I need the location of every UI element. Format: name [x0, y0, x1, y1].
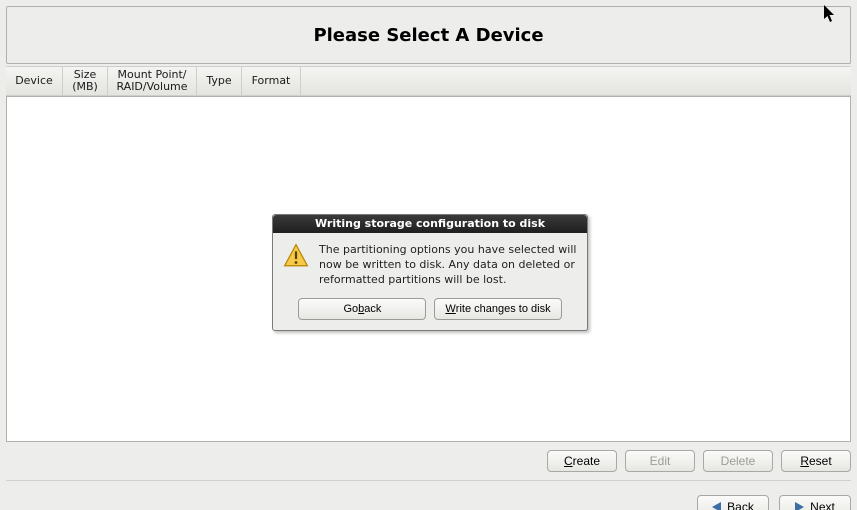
- table-header-row: Device Size (MB) Mount Point/ RAID/Volum…: [6, 66, 851, 96]
- next-button[interactable]: Next: [779, 495, 851, 510]
- dialog-action-row: Go back Write changes to disk: [273, 294, 587, 330]
- delete-button: Delete: [703, 450, 773, 472]
- write-changes-button[interactable]: Write changes to disk: [434, 298, 561, 320]
- page-title: Please Select A Device: [313, 25, 543, 46]
- column-header-mount[interactable]: Mount Point/ RAID/Volume: [108, 67, 197, 95]
- title-panel: Please Select A Device: [6, 6, 851, 64]
- dialog-body: The partitioning options you have select…: [273, 233, 587, 294]
- create-button[interactable]: Create: [547, 450, 617, 472]
- partition-action-row: Create Edit Delete Reset: [6, 450, 851, 472]
- write-storage-dialog: Writing storage configuration to disk Th…: [272, 214, 588, 331]
- back-button[interactable]: Back: [697, 495, 769, 510]
- installer-window: Please Select A Device Device Size (MB) …: [0, 0, 857, 510]
- go-back-button[interactable]: Go back: [298, 298, 426, 320]
- column-header-format[interactable]: Format: [242, 67, 301, 95]
- column-header-type[interactable]: Type: [197, 67, 242, 95]
- column-header-device[interactable]: Device: [6, 67, 63, 95]
- column-header-size[interactable]: Size (MB): [63, 67, 108, 95]
- dialog-title: Writing storage configuration to disk: [273, 215, 587, 233]
- arrow-right-icon: [795, 502, 804, 510]
- reset-button[interactable]: Reset: [781, 450, 851, 472]
- wizard-nav-row: Back Next: [6, 495, 851, 510]
- edit-button: Edit: [625, 450, 695, 472]
- dialog-message: The partitioning options you have select…: [319, 243, 577, 288]
- separator: [6, 480, 851, 481]
- warning-icon: [283, 243, 309, 269]
- arrow-left-icon: [712, 502, 721, 510]
